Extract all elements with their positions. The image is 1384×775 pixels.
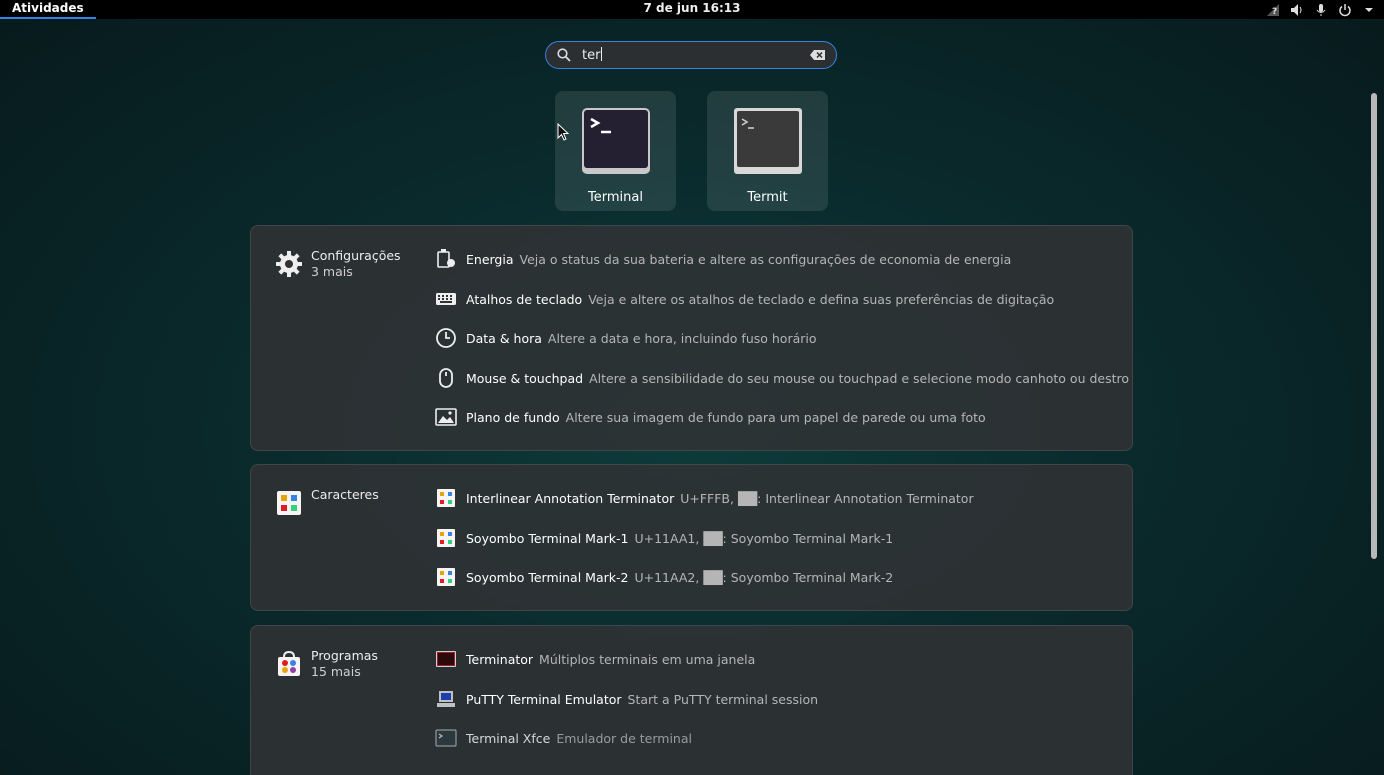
characters-app-icon xyxy=(435,487,457,509)
app-label: Terminal xyxy=(588,190,643,205)
clock-label[interactable]: 7 de jun 16:13 xyxy=(643,1,740,15)
result-char-2[interactable]: Soyombo Terminal Mark-1 U+11AA1, ██: Soy… xyxy=(435,526,893,550)
search-provider-characters: Caracteres Interlinear Annotation Termin… xyxy=(250,464,1133,611)
result-mouse[interactable]: Mouse & touchpad Altere a sensibilidade … xyxy=(435,366,1129,390)
characters-app-icon xyxy=(435,566,457,588)
search-provider-settings: Configurações 3 mais Energia Veja o stat… xyxy=(250,225,1133,451)
result-description: Altere sua imagem de fundo para um papel… xyxy=(565,409,986,425)
result-char-1[interactable]: Interlinear Annotation Terminator U+FFFB… xyxy=(435,486,974,510)
clear-search-icon[interactable] xyxy=(810,49,826,61)
search-entry[interactable]: ter xyxy=(545,41,837,69)
power-settings-icon xyxy=(435,248,457,270)
top-bar: Atividades 7 de jun 16:13 ? xyxy=(0,0,1384,19)
result-title: Soyombo Terminal Mark-1 xyxy=(466,530,629,546)
activities-button[interactable]: Atividades xyxy=(0,0,96,19)
result-description: Start a PuTTY terminal session xyxy=(627,691,819,707)
result-description: Veja o status da sua bateria e altere as… xyxy=(519,251,1012,267)
result-title: Terminal Xfce xyxy=(466,730,551,746)
gear-icon xyxy=(276,251,302,277)
result-title: Plano de fundo xyxy=(466,409,560,425)
result-description: Altere a sensibilidade do seu mouse ou t… xyxy=(589,370,1130,386)
result-description: U+11AA2, ██: Soyombo Terminal Mark-2 xyxy=(634,569,894,585)
mouse-pointer-icon xyxy=(557,123,569,141)
result-title: Energia xyxy=(466,251,514,267)
provider-more-count: 15 mais xyxy=(311,664,361,679)
provider-name: Configurações xyxy=(311,248,401,263)
search-provider-software: Programas 15 mais Terminator Múltiplos t… xyxy=(250,625,1133,775)
provider-name: Programas xyxy=(311,648,378,663)
provider-header[interactable]: Caracteres xyxy=(275,487,379,517)
result-title: PuTTY Terminal Emulator xyxy=(466,691,622,707)
provider-name: Caracteres xyxy=(311,487,379,502)
result-terminal-xfce[interactable]: Terminal Xfce Emulador de terminal xyxy=(435,726,692,750)
characters-app-icon xyxy=(435,527,457,549)
clock: 7 de jun 16:13 xyxy=(0,0,1384,17)
power-icon[interactable] xyxy=(1338,3,1352,17)
result-title: Terminator xyxy=(466,651,534,667)
system-tray[interactable]: ? xyxy=(1266,0,1376,19)
volume-icon[interactable] xyxy=(1290,3,1304,17)
search-icon xyxy=(557,48,571,62)
app-label: Termit xyxy=(747,190,788,205)
result-description: Múltiplos terminais em uma janela xyxy=(539,651,756,667)
result-putty[interactable]: PuTTY Terminal Emulator Start a PuTTY te… xyxy=(435,687,818,711)
terminator-icon xyxy=(435,648,457,670)
xfce-terminal-icon xyxy=(435,727,457,749)
result-atalhos[interactable]: Atalhos de teclado Veja e altere os atal… xyxy=(435,287,1054,311)
putty-icon xyxy=(435,688,457,710)
keyboard-icon xyxy=(435,288,457,310)
result-description: Altere a data e hora, incluindo fuso hor… xyxy=(547,330,817,346)
app-result-terminal[interactable]: Terminal xyxy=(555,91,676,211)
software-app-icon xyxy=(278,650,300,676)
network-unknown-icon[interactable]: ? xyxy=(1266,3,1280,17)
clock-icon xyxy=(435,327,457,349)
result-title: Mouse & touchpad xyxy=(466,370,584,386)
result-plano-de-fundo[interactable]: Plano de fundo Altere sua imagem de fund… xyxy=(435,405,986,429)
search-input[interactable]: ter xyxy=(582,47,602,63)
wallpaper-icon xyxy=(435,406,457,428)
result-description: U+11AA1, ██: Soyombo Terminal Mark-1 xyxy=(634,530,894,546)
result-description: U+FFFB, ██: Interlinear Annotation Termi… xyxy=(680,490,974,506)
result-terminator[interactable]: Terminator Múltiplos terminais em uma ja… xyxy=(435,647,755,671)
result-energia[interactable]: Energia Veja o status da sua bateria e a… xyxy=(435,247,1011,271)
result-description: Emulador de terminal xyxy=(556,730,692,746)
provider-header[interactable]: Configurações 3 mais xyxy=(275,248,401,280)
svg-text:?: ? xyxy=(1272,7,1277,17)
characters-app-icon xyxy=(277,491,301,515)
result-title: Data & hora xyxy=(466,330,542,346)
chevron-down-icon[interactable] xyxy=(1362,3,1376,17)
result-title: Atalhos de teclado xyxy=(466,291,583,307)
app-result-termit[interactable]: Termit xyxy=(707,91,828,211)
provider-header[interactable]: Programas 15 mais xyxy=(275,648,378,680)
mouse-icon xyxy=(435,367,457,389)
result-char-3[interactable]: Soyombo Terminal Mark-2 U+11AA2, ██: Soy… xyxy=(435,565,893,589)
termit-icon xyxy=(734,108,802,174)
result-description: Veja e altere os atalhos de teclado e de… xyxy=(588,291,1055,307)
results-scrollbar[interactable] xyxy=(1371,93,1377,559)
result-title: Soyombo Terminal Mark-2 xyxy=(466,569,629,585)
provider-more-count: 3 mais xyxy=(311,264,353,279)
result-data-hora[interactable]: Data & hora Altere a data e hora, inclui… xyxy=(435,326,817,350)
microphone-icon[interactable] xyxy=(1314,3,1328,17)
result-title: Interlinear Annotation Terminator xyxy=(466,490,675,506)
terminal-icon xyxy=(582,108,650,174)
